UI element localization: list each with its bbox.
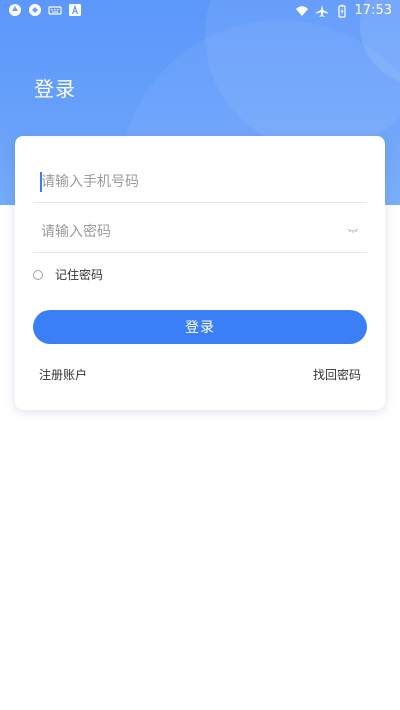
- forgot-password-link[interactable]: 找回密码: [313, 366, 361, 383]
- remember-radio[interactable]: [33, 269, 43, 280]
- password-field: [33, 212, 367, 253]
- battery-icon: [337, 4, 346, 18]
- airplane-icon: [315, 5, 328, 17]
- text-a-icon: [69, 4, 81, 16]
- remember-label: 记住密码: [55, 268, 104, 282]
- status-bar: 17:53: [0, 0, 400, 22]
- login-button[interactable]: 登录: [33, 310, 367, 344]
- keyboard-icon: [48, 6, 62, 15]
- phone-field: [33, 162, 367, 203]
- status-time: 17:53: [354, 3, 392, 18]
- password-input[interactable]: [33, 218, 331, 246]
- remember-password[interactable]: 记住密码: [33, 266, 103, 283]
- register-link[interactable]: 注册账户: [39, 366, 87, 383]
- wifi-icon: [295, 6, 308, 16]
- eye-closed-icon[interactable]: [347, 227, 359, 235]
- phone-input[interactable]: [33, 168, 331, 196]
- login-card: 记住密码 登录 注册账户 找回密码: [15, 136, 385, 410]
- page-title: 登录: [34, 77, 76, 101]
- app-icon-2: [29, 4, 41, 16]
- app-icon-1: [9, 4, 21, 16]
